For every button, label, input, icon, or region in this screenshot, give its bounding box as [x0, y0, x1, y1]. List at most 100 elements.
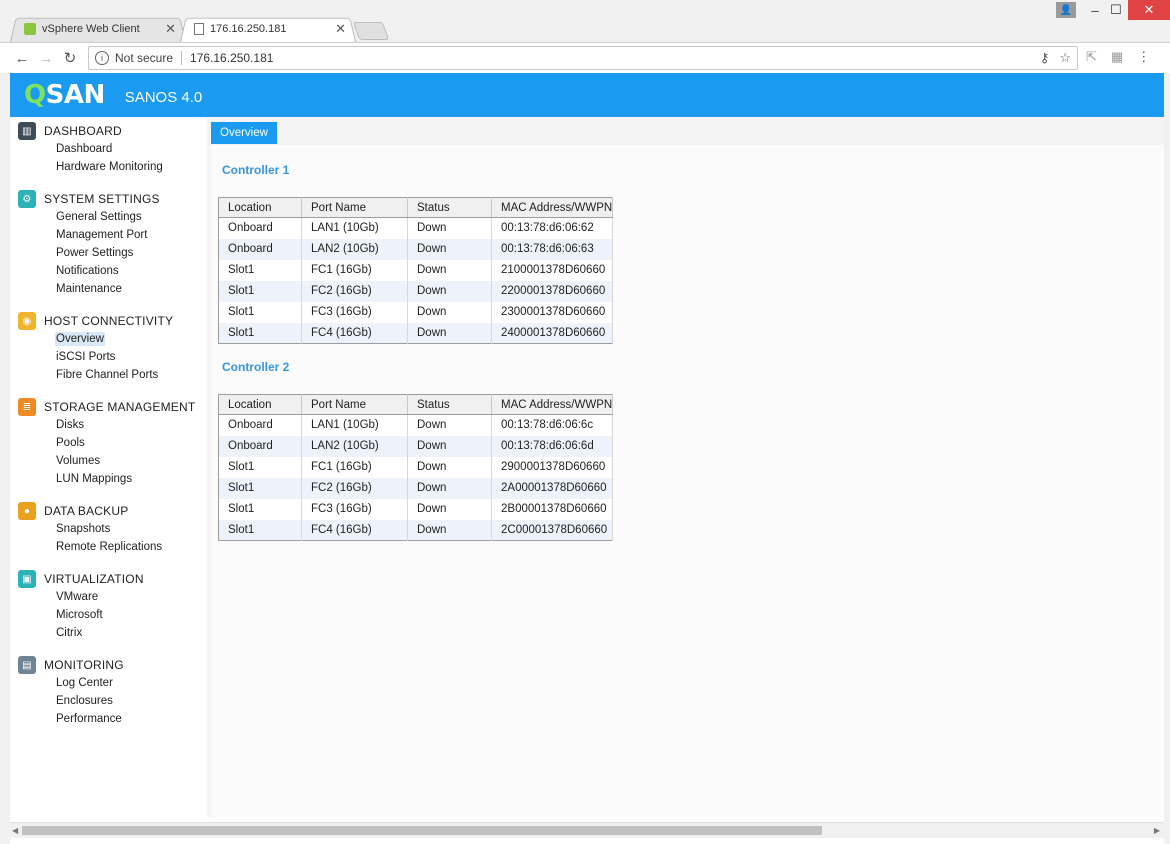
- cell-location: Onboard: [218, 238, 302, 260]
- cell-port-name: FC3 (16Gb): [301, 498, 408, 520]
- qsan-logo[interactable]: QSAN: [24, 80, 105, 110]
- scrollbar-thumb[interactable]: [22, 826, 822, 835]
- table-row[interactable]: Onboard LAN2 (10Gb) Down 00:13:78:d6:06:6d: [218, 435, 614, 457]
- cell-status: Down: [407, 217, 492, 239]
- sidebar-item-power-settings[interactable]: Power Settings: [10, 244, 207, 262]
- browser-tab-active[interactable]: 176.16.250.181 ✕: [180, 16, 356, 42]
- nav-heading-virtualization[interactable]: ▣ VIRTUALIZATION: [10, 570, 207, 588]
- bookmark-star-icon[interactable]: ☆: [1059, 50, 1071, 66]
- table-row[interactable]: Slot1 FC1 (16Gb) Down 2100001378D60660: [218, 259, 614, 281]
- sidebar-item-performance[interactable]: Performance: [10, 710, 207, 728]
- nav-group-data-backup: ● DATA BACKUP Snapshots Remote Replicati…: [10, 502, 207, 556]
- table-row[interactable]: Slot1 FC3 (16Gb) Down 2300001378D60660: [218, 301, 614, 323]
- url-text[interactable]: 176.16.250.181: [190, 51, 273, 65]
- column-header-location[interactable]: Location: [218, 394, 302, 415]
- tab-label: 176.16.250.181: [210, 23, 287, 35]
- user-profile-icon[interactable]: 👤: [1056, 2, 1076, 18]
- nav-heading-host-connectivity[interactable]: ◉ HOST CONNECTIVITY: [10, 312, 207, 330]
- scroll-right-icon[interactable]: ▶: [1154, 826, 1160, 835]
- cell-port-name: LAN1 (10Gb): [301, 414, 408, 436]
- sidebar-item-pools[interactable]: Pools: [10, 434, 207, 452]
- controller-2-port-table: Location Port Name Status MAC Address/WW…: [218, 394, 614, 541]
- browser-tab-strip: vSphere Web Client ✕ 176.16.250.181 ✕ 👤 …: [0, 0, 1170, 42]
- sidebar-item-general-settings[interactable]: General Settings: [10, 208, 207, 226]
- column-header-status[interactable]: Status: [407, 197, 492, 218]
- cell-port-name: LAN2 (10Gb): [301, 435, 408, 457]
- close-tab-icon[interactable]: ✕: [335, 21, 346, 37]
- sidebar-item-fibre-channel-ports[interactable]: Fibre Channel Ports: [10, 366, 207, 384]
- sidebar-item-citrix[interactable]: Citrix: [10, 624, 207, 642]
- table-row[interactable]: Slot1 FC2 (16Gb) Down 2200001378D60660: [218, 280, 614, 302]
- nav-heading-system-settings[interactable]: ⚙ SYSTEM SETTINGS: [10, 190, 207, 208]
- sidebar-item-iscsi-ports[interactable]: iSCSI Ports: [10, 348, 207, 366]
- column-header-port-name[interactable]: Port Name: [301, 394, 408, 415]
- browser-tab-vsphere[interactable]: vSphere Web Client ✕: [10, 16, 186, 42]
- cell-mac-address: 2C00001378D60660: [491, 519, 614, 541]
- back-arrow-icon[interactable]: ←: [10, 46, 34, 70]
- column-header-mac-address[interactable]: MAC Address/WWPN: [491, 197, 614, 218]
- sidebar-item-snapshots[interactable]: Snapshots: [10, 520, 207, 538]
- controller-1-title: Controller 1: [222, 163, 290, 177]
- monitoring-icon: ▤: [18, 656, 36, 674]
- column-header-status[interactable]: Status: [407, 394, 492, 415]
- horizontal-scrollbar[interactable]: ◀ ▶: [10, 822, 1164, 838]
- table-row[interactable]: Slot1 FC4 (16Gb) Down 2C00001378D60660: [218, 519, 614, 541]
- column-header-port-name[interactable]: Port Name: [301, 197, 408, 218]
- info-icon[interactable]: i: [95, 51, 109, 65]
- minimize-window-button[interactable]: –: [1082, 0, 1108, 20]
- sidebar-item-microsoft[interactable]: Microsoft: [10, 606, 207, 624]
- nav-heading-storage-management[interactable]: ≣ STORAGE MANAGEMENT: [10, 398, 207, 416]
- table-row[interactable]: Onboard LAN1 (10Gb) Down 00:13:78:d6:06:62: [218, 217, 614, 239]
- cell-port-name: FC1 (16Gb): [301, 456, 408, 478]
- cell-location: Slot1: [218, 456, 302, 478]
- sidebar-item-hardware-monitoring[interactable]: Hardware Monitoring: [10, 158, 207, 176]
- table-row[interactable]: Onboard LAN1 (10Gb) Down 00:13:78:d6:06:6c: [218, 414, 614, 436]
- menu-kebab-icon[interactable]: ⋮: [1137, 49, 1150, 65]
- sidebar-item-maintenance[interactable]: Maintenance: [10, 280, 207, 298]
- sidebar-item-overview[interactable]: Overview: [10, 330, 207, 348]
- maximize-window-button[interactable]: ☐: [1106, 0, 1126, 20]
- address-bar[interactable]: i Not secure 176.16.250.181 ⚷ ☆: [88, 46, 1078, 70]
- cell-status: Down: [407, 322, 492, 344]
- sidebar-item-volumes[interactable]: Volumes: [10, 452, 207, 470]
- sidebar-item-lun-mappings[interactable]: LUN Mappings: [10, 470, 207, 488]
- main-panel: Overview Controller 1 Location Port Name…: [207, 117, 1164, 817]
- sidebar-item-remote-replications[interactable]: Remote Replications: [10, 538, 207, 556]
- column-header-location[interactable]: Location: [218, 197, 302, 218]
- column-header-mac-address[interactable]: MAC Address/WWPN: [491, 394, 614, 415]
- cell-location: Onboard: [218, 435, 302, 457]
- nav-heading-monitoring[interactable]: ▤ MONITORING: [10, 656, 207, 674]
- nav-heading-data-backup[interactable]: ● DATA BACKUP: [10, 502, 207, 520]
- nav-group-dashboard: ▥ DASHBOARD Dashboard Hardware Monitorin…: [10, 117, 207, 176]
- settings-icon: ⚙: [18, 190, 36, 208]
- extension-icon[interactable]: ⇱: [1086, 49, 1097, 65]
- sidebar-item-notifications[interactable]: Notifications: [10, 262, 207, 280]
- sidebar-item-enclosures[interactable]: Enclosures: [10, 692, 207, 710]
- controller-2-title: Controller 2: [222, 360, 290, 374]
- sidebar-item-disks[interactable]: Disks: [10, 416, 207, 434]
- cell-mac-address: 00:13:78:d6:06:63: [491, 238, 614, 260]
- table-row[interactable]: Onboard LAN2 (10Gb) Down 00:13:78:d6:06:63: [218, 238, 614, 260]
- table-row[interactable]: Slot1 FC3 (16Gb) Down 2B00001378D60660: [218, 498, 614, 520]
- app-version: SANOS 4.0: [124, 88, 203, 106]
- sidebar-item-dashboard[interactable]: Dashboard: [10, 140, 207, 158]
- scroll-left-icon[interactable]: ◀: [12, 826, 18, 835]
- sidebar-item-log-center[interactable]: Log Center: [10, 674, 207, 692]
- extension-icon[interactable]: ▦: [1111, 49, 1123, 65]
- sidebar-item-vmware[interactable]: VMware: [10, 588, 207, 606]
- table-row[interactable]: Slot1 FC2 (16Gb) Down 2A00001378D60660: [218, 477, 614, 499]
- table-row[interactable]: Slot1 FC1 (16Gb) Down 2900001378D60660: [218, 456, 614, 478]
- cell-status: Down: [407, 477, 492, 499]
- table-header-row: Location Port Name Status MAC Address/WW…: [218, 394, 614, 415]
- forward-arrow-icon[interactable]: →: [34, 46, 58, 70]
- nav-heading-dashboard[interactable]: ▥ DASHBOARD: [10, 122, 207, 140]
- key-icon[interactable]: ⚷: [1040, 50, 1050, 66]
- cell-port-name: FC4 (16Gb): [301, 519, 408, 541]
- new-tab-button[interactable]: [352, 22, 390, 40]
- reload-icon[interactable]: ↻: [58, 46, 82, 70]
- sidebar-item-management-port[interactable]: Management Port: [10, 226, 207, 244]
- close-tab-icon[interactable]: ✕: [165, 21, 176, 37]
- table-row[interactable]: Slot1 FC4 (16Gb) Down 2400001378D60660: [218, 322, 614, 344]
- close-window-button[interactable]: ✕: [1128, 0, 1170, 20]
- tab-overview[interactable]: Overview: [211, 122, 277, 144]
